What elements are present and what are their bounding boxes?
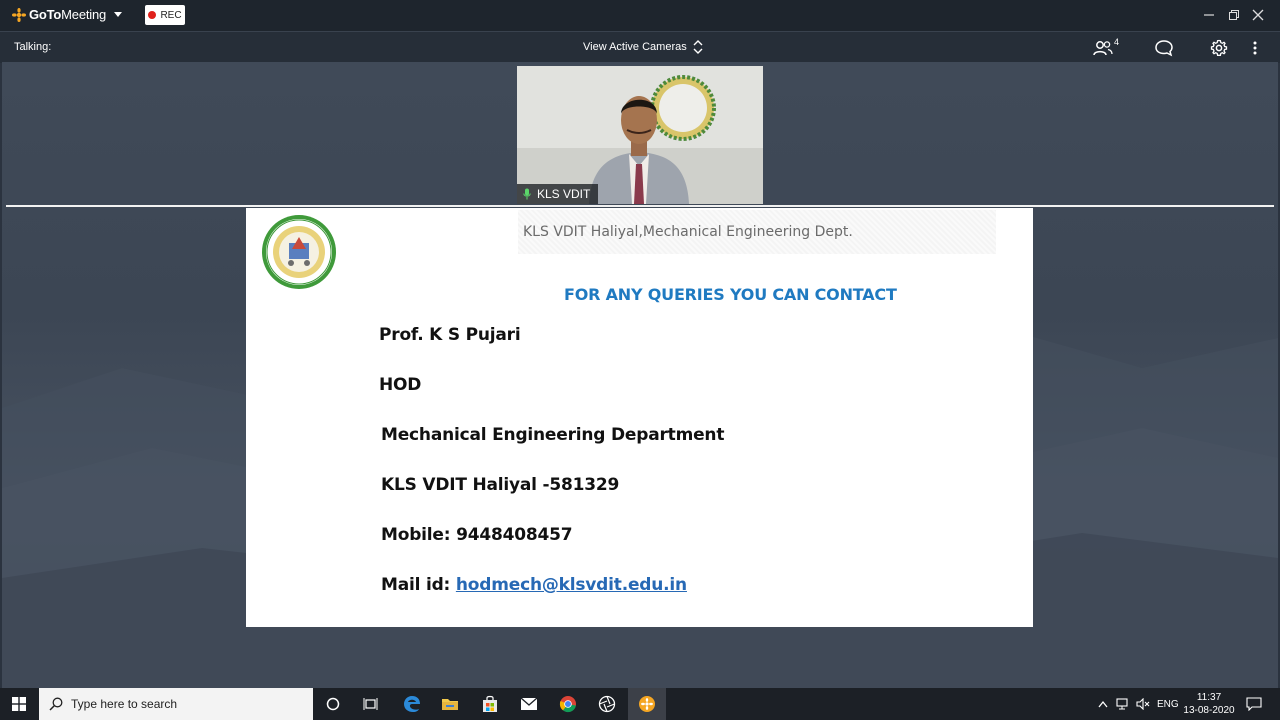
show-hidden-icons-button[interactable] <box>1098 688 1108 720</box>
contact-mobile: Mobile: 9448408457 <box>381 525 573 545</box>
contact-role: HOD <box>379 375 422 395</box>
mail-envelope-icon <box>520 697 538 710</box>
meeting-toolbar: Talking: View Active Cameras 4 <box>0 31 1280 63</box>
edge-browser-icon <box>404 696 420 712</box>
slide-header-text: KLS VDIT Haliyal,Mechanical Engineering … <box>523 224 853 240</box>
stage-divider <box>6 205 1274 207</box>
people-icon <box>1093 41 1113 56</box>
camera-app-taskbar-app[interactable] <box>588 688 626 720</box>
recording-badge[interactable]: REC <box>145 5 185 25</box>
contact-address: KLS VDIT Haliyal -581329 <box>381 475 620 495</box>
slide-title: FOR ANY QUERIES YOU CAN CONTACT <box>564 285 897 304</box>
talking-indicator: Talking: <box>14 41 52 53</box>
gotomeeting-app-icon <box>639 696 655 712</box>
start-button[interactable] <box>0 688 38 720</box>
search-icon <box>49 697 63 711</box>
taskbar-search-input[interactable]: Type here to search <box>39 688 313 720</box>
task-view-button[interactable] <box>352 688 390 720</box>
close-button[interactable] <box>1249 6 1267 24</box>
clock-date: 13-08-2020 <box>1183 705 1235 716</box>
chrome-taskbar-app[interactable] <box>549 688 587 720</box>
volume-button[interactable] <box>1136 688 1150 720</box>
folder-icon <box>442 699 458 710</box>
action-center-button[interactable] <box>1246 688 1262 720</box>
cortana-button[interactable] <box>314 688 352 720</box>
sort-arrows-icon <box>693 40 703 54</box>
search-placeholder: Type here to search <box>71 697 178 711</box>
restore-button[interactable] <box>1225 6 1243 24</box>
file-explorer-taskbar-app[interactable] <box>431 688 469 720</box>
contact-name: Prof. K S Pujari <box>379 325 521 345</box>
contact-mail-line: Mail id: hodmech@klsvdit.edu.in <box>381 575 687 595</box>
store-bag-icon <box>483 695 497 712</box>
app-name: GoToMeeting <box>29 7 107 22</box>
edge-taskbar-app[interactable] <box>393 688 431 720</box>
windows-taskbar: Type here to search ENG 11:37 13-08-2020 <box>0 688 1280 720</box>
minimize-icon <box>1204 14 1214 16</box>
shared-screen-slide: KLS VDIT Haliyal,Mechanical Engineering … <box>246 208 1033 627</box>
contact-department: Mechanical Engineering Department <box>381 425 725 445</box>
gotomeeting-logo-icon <box>12 7 26 22</box>
title-bar: GoToMeeting REC <box>0 0 1280 31</box>
more-options-button[interactable] <box>1252 38 1258 58</box>
input-language-indicator[interactable]: ENG <box>1157 688 1179 720</box>
taskbar-clock[interactable]: 11:37 13-08-2020 <box>1183 691 1235 717</box>
chat-button[interactable] <box>1154 38 1174 58</box>
chevron-up-icon <box>1098 700 1108 708</box>
mail-taskbar-app[interactable] <box>510 688 548 720</box>
cortana-circle-icon <box>326 697 340 711</box>
network-icon <box>1116 698 1128 710</box>
attendee-count: 4 <box>1114 37 1120 47</box>
clock-time: 11:37 <box>1196 692 1222 703</box>
microphone-icon <box>523 188 531 200</box>
view-active-cameras-button[interactable]: View Active Cameras <box>583 40 703 54</box>
rec-label: REC <box>160 9 182 21</box>
mail-label: Mail id: <box>381 575 456 595</box>
settings-button[interactable] <box>1210 38 1228 58</box>
chat-bubble-icon <box>1155 40 1173 57</box>
app-menu-button[interactable]: GoToMeeting <box>12 7 123 22</box>
language-label: ENG <box>1157 698 1179 710</box>
mail-link[interactable]: hodmech@klsvdit.edu.in <box>456 575 687 595</box>
minimize-button[interactable] <box>1200 6 1218 24</box>
camera-feed[interactable]: KLS VDIT <box>517 66 763 204</box>
view-cameras-label: View Active Cameras <box>583 41 687 53</box>
store-taskbar-app[interactable] <box>471 688 509 720</box>
record-dot-icon <box>148 11 157 19</box>
windows-logo-icon <box>12 697 26 711</box>
camera-name-label: KLS VDIT <box>517 184 599 204</box>
close-icon <box>1252 9 1264 21</box>
slide-header-banner: KLS VDIT Haliyal,Mechanical Engineering … <box>518 210 996 254</box>
task-view-icon <box>363 698 378 710</box>
institute-seal-logo <box>262 215 336 289</box>
speaker-muted-icon <box>1136 698 1150 710</box>
chevron-down-icon <box>114 11 123 17</box>
chrome-browser-icon <box>559 696 576 713</box>
gotomeeting-taskbar-app[interactable] <box>628 688 666 720</box>
presenter-name: KLS VDIT <box>537 187 591 201</box>
gear-icon <box>1210 39 1228 56</box>
network-button[interactable] <box>1116 688 1130 720</box>
more-vertical-icon <box>1253 41 1257 55</box>
restore-icon <box>1229 10 1239 20</box>
attendees-button[interactable]: 4 <box>1093 37 1120 58</box>
notification-icon <box>1246 697 1262 711</box>
aperture-icon <box>598 695 616 713</box>
meeting-stage: KLS VDIT KLS VDIT Haliyal,Mechanical Eng… <box>2 62 1278 688</box>
